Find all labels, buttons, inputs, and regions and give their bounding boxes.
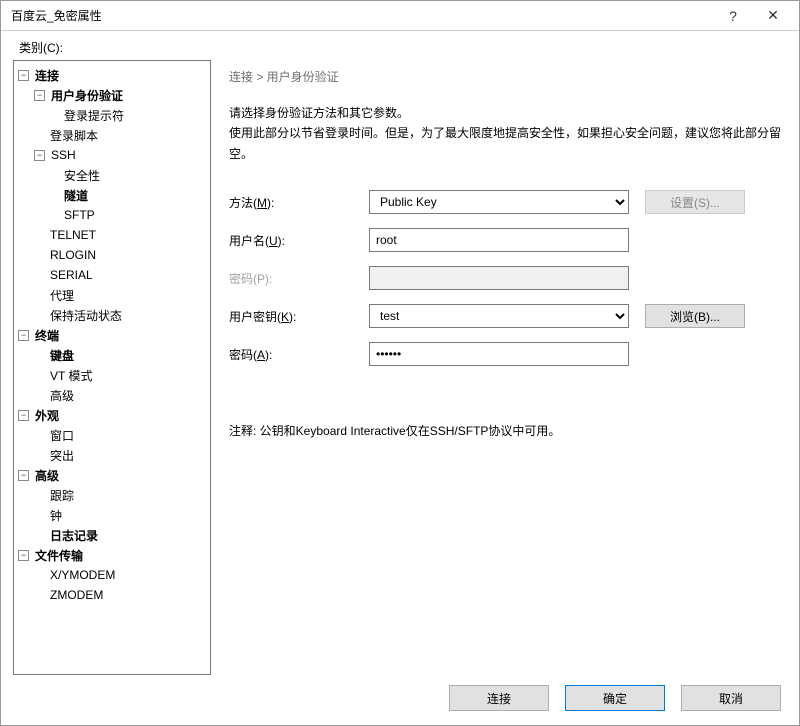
tree-advanced-term[interactable]: 高级 [14, 385, 210, 405]
collapse-icon[interactable]: − [34, 150, 45, 161]
tree-appearance[interactable]: −外观 [14, 405, 210, 425]
ok-button[interactable]: 确定 [565, 685, 665, 711]
category-tree[interactable]: −连接 −用户身份验证 登录提示符 登录脚本 − [13, 60, 211, 675]
tree-connection[interactable]: −连接 [14, 65, 210, 85]
help-button[interactable]: ? [713, 2, 753, 30]
connect-button[interactable]: 连接 [449, 685, 549, 711]
tree-sftp[interactable]: SFTP [14, 205, 210, 225]
tree-keyboard[interactable]: 键盘 [14, 345, 210, 365]
desc-line-1: 请选择身份验证方法和其它参数。 [229, 103, 781, 123]
tree-telnet[interactable]: TELNET [14, 225, 210, 245]
dialog-footer: 连接 确定 取消 [13, 675, 787, 715]
collapse-icon[interactable]: − [18, 410, 29, 421]
tree-vt-mode[interactable]: VT 模式 [14, 365, 210, 385]
titlebar: 百度云_免密属性 ? ✕ [1, 1, 799, 31]
breadcrumb: 连接 > 用户身份验证 [229, 68, 781, 85]
close-button[interactable]: ✕ [753, 2, 793, 30]
username-label: 用户名(U): [229, 232, 369, 249]
tree-trace[interactable]: 跟踪 [14, 485, 210, 505]
collapse-icon[interactable]: − [18, 330, 29, 341]
tree-terminal[interactable]: −终端 [14, 325, 210, 345]
username-input[interactable] [369, 228, 629, 252]
close-icon: ✕ [767, 7, 779, 24]
collapse-icon[interactable]: − [34, 90, 45, 101]
settings-button[interactable]: 设置(S)... [645, 190, 745, 214]
tree-proxy[interactable]: 代理 [14, 285, 210, 305]
content-area: 类别(C): −连接 −用户身份验证 登录提示符 [1, 31, 799, 725]
tree-highlight[interactable]: 突出 [14, 445, 210, 465]
tree-window[interactable]: 窗口 [14, 425, 210, 445]
collapse-icon[interactable]: − [18, 70, 29, 81]
category-label: 类别(C): [19, 39, 787, 56]
tree-login-script[interactable]: 登录脚本 [14, 125, 210, 145]
passphrase-input[interactable] [369, 342, 629, 366]
tree-zmodem[interactable]: ZMODEM [14, 585, 210, 605]
dialog-window: 百度云_免密属性 ? ✕ 类别(C): −连接 −用户身份验证 [0, 0, 800, 726]
description: 请选择身份验证方法和其它参数。 使用此部分以节省登录时间。但是，为了最大限度地提… [229, 103, 781, 164]
collapse-icon[interactable]: − [18, 470, 29, 481]
tree-xymodem[interactable]: X/YMODEM [14, 565, 210, 585]
method-label: 方法(M): [229, 194, 369, 211]
browse-button[interactable]: 浏览(B)... [645, 304, 745, 328]
userkey-select[interactable]: test [369, 304, 629, 328]
passphrase-label: 密码(A): [229, 346, 369, 363]
tree-filetransfer[interactable]: −文件传输 [14, 545, 210, 565]
tree-serial[interactable]: SERIAL [14, 265, 210, 285]
desc-line-2: 使用此部分以节省登录时间。但是，为了最大限度地提高安全性，如果担心安全问题，建议… [229, 123, 781, 164]
tree-tunnel[interactable]: 隧道 [14, 185, 210, 205]
password-label: 密码(P): [229, 270, 369, 287]
question-icon: ? [729, 8, 737, 24]
right-pane: 连接 > 用户身份验证 请选择身份验证方法和其它参数。 使用此部分以节省登录时间… [211, 60, 787, 675]
password-input [369, 266, 629, 290]
tree-advanced[interactable]: −高级 [14, 465, 210, 485]
method-select[interactable]: Public KeyPasswordKeyboard InteractiveGS… [369, 190, 629, 214]
row-userkey: 用户密钥(K): test 浏览(B)... [229, 304, 781, 328]
userkey-label: 用户密钥(K): [229, 308, 369, 325]
tree-bell[interactable]: 钟 [14, 505, 210, 525]
tree-login-prompt[interactable]: 登录提示符 [14, 105, 210, 125]
tree-user-auth[interactable]: −用户身份验证 [14, 85, 210, 105]
tree-security[interactable]: 安全性 [14, 165, 210, 185]
tree-logging[interactable]: 日志记录 [14, 525, 210, 545]
row-password: 密码(P): [229, 266, 781, 290]
tree-keepalive[interactable]: 保持活动状态 [14, 305, 210, 325]
tree-ssh[interactable]: −SSH [14, 145, 210, 165]
main-row: −连接 −用户身份验证 登录提示符 登录脚本 − [13, 60, 787, 675]
row-passphrase: 密码(A): [229, 342, 781, 366]
note-text: 注释: 公钥和Keyboard Interactive仅在SSH/SFTP协议中… [229, 422, 781, 439]
collapse-icon[interactable]: − [18, 550, 29, 561]
tree-rlogin[interactable]: RLOGIN [14, 245, 210, 265]
cancel-button[interactable]: 取消 [681, 685, 781, 711]
window-title: 百度云_免密属性 [11, 7, 713, 24]
row-username: 用户名(U): [229, 228, 781, 252]
row-method: 方法(M): Public KeyPasswordKeyboard Intera… [229, 190, 781, 214]
